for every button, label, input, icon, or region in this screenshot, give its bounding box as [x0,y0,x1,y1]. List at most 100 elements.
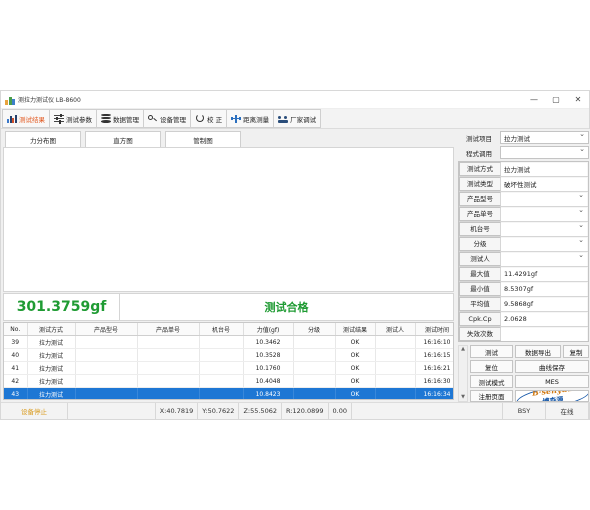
field-value-cpk: 2.0628 [501,312,587,326]
col-grade[interactable]: 分级 [293,323,336,336]
field-row-test-type: 测试类型 破坏性测试 [459,177,588,192]
field-value-fail-count [501,327,587,341]
window-title: 测拉力测试仪 LB-8600 [18,97,81,104]
register-page-button[interactable]: 注册页面 [470,390,513,402]
cell-no: 41 [4,361,28,375]
toolbar-button-test-results[interactable]: 测试结果 [2,109,50,128]
status-spacer [68,403,156,419]
field-label: 平均值 [459,297,501,311]
reset-button[interactable]: 复位 [470,360,513,373]
toolbar-button-data-management[interactable]: 数据管理 [97,109,144,128]
cell-result: OK [335,361,376,375]
col-order[interactable]: 产品单号 [137,323,200,336]
application-window: 测拉力测试仪 LB-8600 — ▢ ✕ 测试结果 测试参数 数据管理 设备管理… [0,90,590,420]
current-force-value: 301.3759gf [4,294,120,320]
field-value-product-model[interactable] [501,191,587,206]
tab-force-distribution[interactable]: 力分布图 [5,131,81,147]
field-value-operator[interactable] [501,251,587,266]
window-controls: — ▢ ✕ [523,91,589,108]
field-row-max-value: 最大值 11.4291gf [459,267,588,282]
cell-result: OK [335,335,376,349]
button-line-2: 复位 曲线保存 [470,360,589,373]
field-value-test-method[interactable]: 拉力测试 [501,162,587,176]
chart-tab-bar: 力分布图 直方图 管制图 [1,129,456,147]
scroll-up-icon[interactable]: ▲ [461,346,465,353]
force-distribution-chart-canvas[interactable] [3,147,454,292]
scroll-down-icon[interactable]: ▼ [461,394,465,401]
cell-operator [375,387,416,399]
cell-no: 40 [4,348,28,362]
test-mode-button[interactable]: 测试模式 [470,375,513,388]
col-force[interactable]: 力值(gf) [243,323,294,336]
col-operator[interactable]: 测试人 [375,323,416,336]
col-model[interactable]: 产品型号 [75,323,138,336]
field-label: 测试类型 [459,177,501,191]
field-row-avg-value: 平均值 9.5868gf [459,297,588,312]
main-toolbar: 测试结果 测试参数 数据管理 设备管理 校 正 距离测量 厂家调试 [1,109,589,129]
body-split: 力分布图 直方图 管制图 301.3759gf 测试合格 No. 测试方式 产品… [1,129,590,402]
curve-save-button[interactable]: 曲线保存 [515,360,589,373]
cell-force: 10.3528 [243,348,294,362]
toolbar-button-factory-debug[interactable]: 厂家调试 [274,109,322,128]
copy-button[interactable]: 复制 [563,345,589,358]
field-value-grade[interactable] [501,236,587,251]
table-row[interactable]: 39 拉力测试 10.3462 OK 16:16:10 [4,335,453,349]
minimize-icon[interactable]: — [523,91,545,108]
close-icon[interactable]: ✕ [567,91,589,108]
test-button[interactable]: 测试 [470,345,513,358]
cell-order [137,374,200,388]
right-panel-buttons: ▲ ▼ 测试 数据导出 复制 复位 曲线保存 测试模式 MES 注册页面 B·s… [458,345,589,402]
tab-label: 力分布图 [30,136,56,145]
right-panel-scrollbar[interactable]: ▲ ▼ [458,345,468,402]
field-value-test-type[interactable]: 破坏性测试 [501,177,587,191]
cell-model [75,387,138,399]
field-value-product-order[interactable] [501,206,587,221]
col-no[interactable]: No. [4,323,28,336]
test-item-row: 测试项目 拉力测试 [458,130,589,144]
button-line-4: 注册页面 B·senyuan 博森源 [470,390,589,402]
col-result[interactable]: 测试结果 [335,323,376,336]
col-machine[interactable]: 机台号 [199,323,244,336]
coord-z: Z:55.5062 [239,403,282,419]
program-call-select[interactable] [500,145,589,159]
test-item-select[interactable]: 拉力测试 [500,130,589,144]
field-label: 机台号 [459,222,501,236]
cell-operator [375,335,416,349]
cell-grade [293,348,336,362]
tab-control-chart[interactable]: 管制图 [165,131,241,147]
cell-no: 42 [4,374,28,388]
cell-order [137,348,200,362]
table-header-row: No. 测试方式 产品型号 产品单号 机台号 力值(gf) 分级 测试结果 测试… [4,323,453,336]
table-row[interactable]: 40 拉力测试 10.3528 OK 16:16:15 [4,348,453,362]
tab-histogram[interactable]: 直方图 [85,131,161,147]
col-time[interactable]: 测试时间 [415,323,453,336]
data-export-button[interactable]: 数据导出 [515,345,561,358]
measure-icon [231,114,242,124]
program-call-row: 程式调用 [458,145,589,159]
cell-time: 16:16:21 [415,361,453,375]
cell-grade [293,387,336,399]
database-icon [101,114,111,124]
title-bar-left: 测拉力测试仪 LB-8600 [1,95,523,105]
toolbar-button-device-management[interactable]: 设备管理 [144,109,191,128]
maximize-icon[interactable]: ▢ [545,91,567,108]
mes-button[interactable]: MES [515,375,589,388]
cell-machine [199,374,244,388]
cell-model [75,361,138,375]
toolbar-button-distance-measure[interactable]: 距离测量 [227,109,275,128]
table-row[interactable]: 43 拉力测试 10.8423 OK 16:16:34 [4,387,453,399]
field-value-machine-no[interactable] [501,221,587,236]
table-row[interactable]: 41 拉力测试 10.1760 OK 16:16:21 [4,361,453,375]
cell-model [75,348,138,362]
results-table: No. 测试方式 产品型号 产品单号 机台号 力值(gf) 分级 测试结果 测试… [4,323,453,399]
field-value-max: 11.4291gf [501,267,587,281]
toolbar-button-calibration[interactable]: 校 正 [191,109,228,128]
toolbar-label: 测试结果 [19,115,45,124]
field-label: 测试方式 [459,162,501,176]
table-row[interactable]: 42 拉力测试 10.4048 OK 16:16:30 [4,374,453,388]
toolbar-button-test-parameters[interactable]: 测试参数 [50,109,97,128]
cell-force: 10.3462 [243,335,294,349]
cell-machine [199,335,244,349]
cell-time: 16:16:30 [415,374,453,388]
col-method[interactable]: 测试方式 [27,323,76,336]
